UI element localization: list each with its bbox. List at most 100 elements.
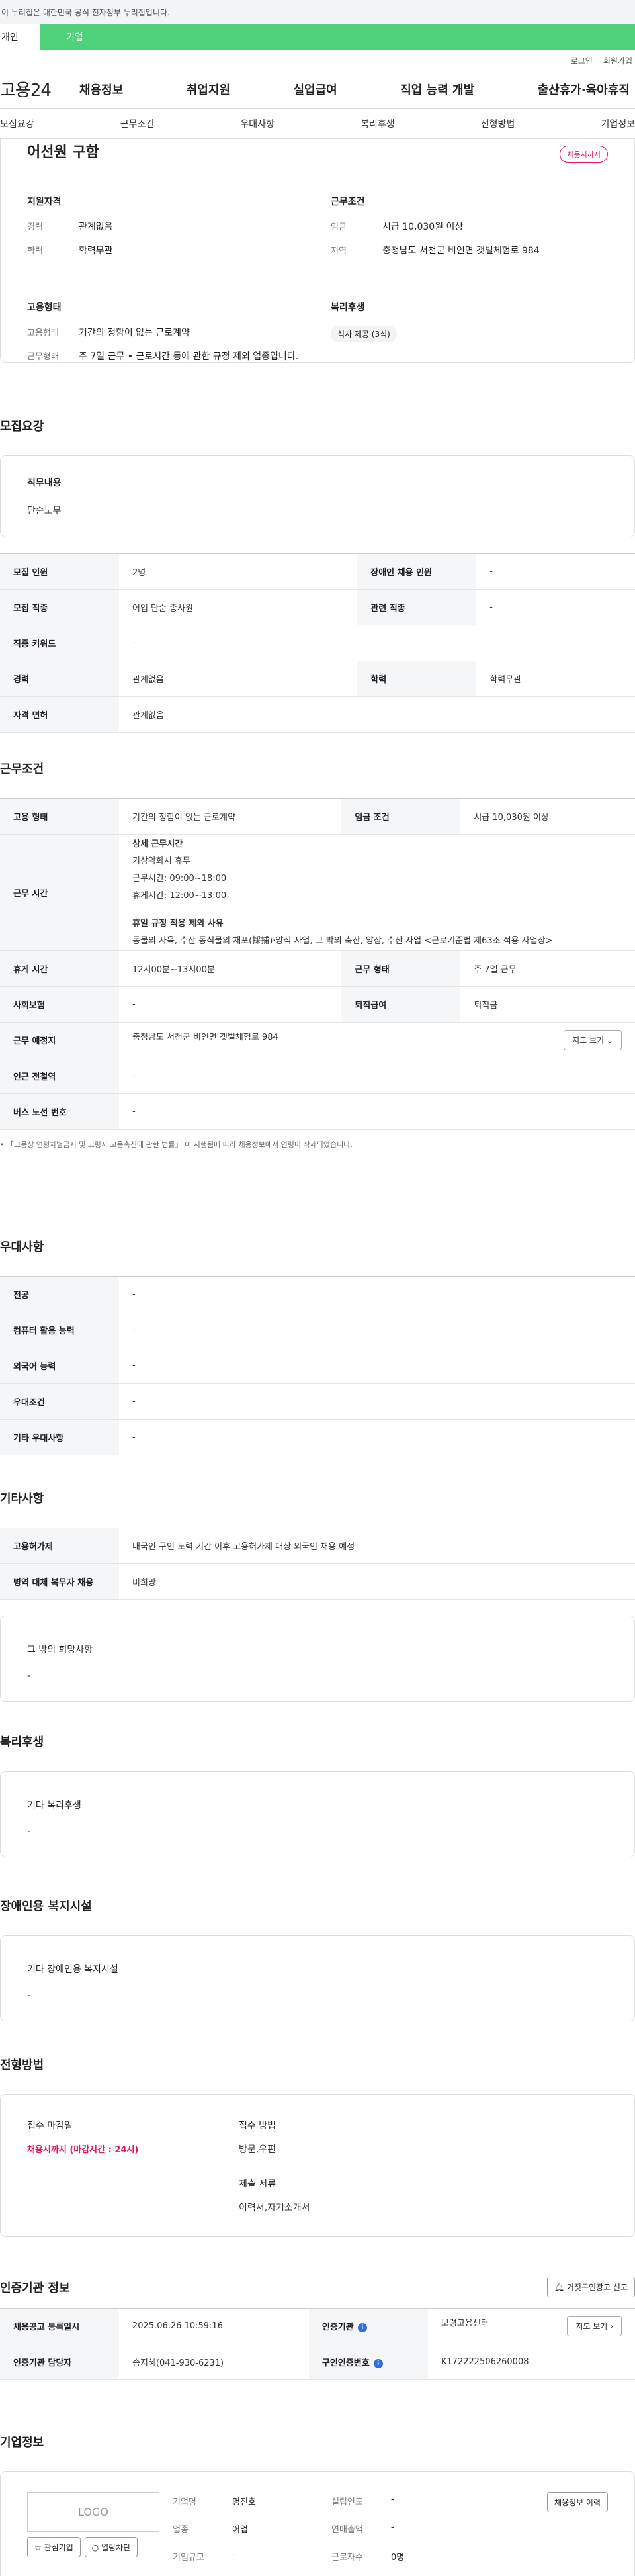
welfare-block: 복리후생 식사 제공 (3식) xyxy=(331,300,608,373)
info-icon[interactable]: i xyxy=(373,2358,383,2368)
chevron-down-icon: ⌄ xyxy=(606,1036,613,1045)
section-title: 근무조건 xyxy=(0,762,44,776)
qual-val: 관계없음 xyxy=(79,222,113,232)
gnb-employment-support[interactable]: 취업지원 xyxy=(187,81,230,98)
qual-val: 학력무관 xyxy=(79,246,113,256)
row-key: 구인인증번호 i xyxy=(308,2344,428,2380)
table-row: 사회보험 - 퇴직급여 퇴직금 xyxy=(0,986,635,1023)
site-logo[interactable]: 고용24 xyxy=(0,77,79,101)
gnb-unemployment-benefit[interactable]: 실업급여 xyxy=(294,81,337,98)
section-title: 인증기관 정보 xyxy=(0,2281,70,2295)
row-val: 보령고용센터 지도 보기 › xyxy=(427,2308,635,2344)
gnb-jobs[interactable]: 채용정보 xyxy=(79,81,123,98)
login-link[interactable]: 로그인 xyxy=(571,55,593,66)
section-title: 복리후생 xyxy=(0,1735,44,1749)
row-key: 관련 직종 xyxy=(357,589,477,625)
anchor-company[interactable]: 기업정보 xyxy=(601,117,635,130)
emp-val: 주 7일 근무 • 근로시간 등에 관한 규정 제외 업종입니다. xyxy=(79,351,299,362)
history-button[interactable]: 채용정보 이력 xyxy=(546,2492,608,2512)
info-key: 기업규모 xyxy=(173,2553,204,2563)
table-row: 모집 인원 2명 장애인 채용 인원 - xyxy=(0,553,635,590)
etc-table: 고용허가제 내국인 구인 노력 기간 이후 고용허가제 대상 외국인 채용 예정 … xyxy=(0,1528,635,1600)
table-row: 채용공고 등록일시 2025.06.26 10:59:16 인증기관 i 보령고용센터 지… xyxy=(0,2308,635,2344)
row-val: 시급 10,030원 이상 xyxy=(460,798,635,835)
row-val: 퇴직금 xyxy=(460,986,635,1023)
info-key: 업종 xyxy=(173,2525,189,2535)
row-val: - xyxy=(119,1058,635,1094)
table-row: 기타 우대사항 - xyxy=(0,1419,635,1455)
anchor-recruit[interactable]: 모집요강 xyxy=(0,117,34,130)
info-val: - xyxy=(391,2495,394,2505)
welfare-section: 복리후생 기타 복리후생 - xyxy=(0,1733,635,1857)
info-icon[interactable]: i xyxy=(357,2323,367,2332)
emp-val: 기간의 정함이 없는 근로계약 xyxy=(79,328,190,338)
star-icon: ☆ xyxy=(34,2543,42,2552)
emp-head: 고용형태 xyxy=(27,302,62,313)
table-row: 자격 면허 관계없음 xyxy=(0,696,635,733)
report-button[interactable]: 🔔︎ 거짓구인광고 신고 xyxy=(546,2277,635,2297)
table-row: 버스 노선 번호 - xyxy=(0,1093,635,1130)
bell-icon: 🔔︎ xyxy=(554,2283,565,2292)
row-key: 우대조건 xyxy=(0,1383,119,1420)
work-section: 근무조건 고용 형태 기간의 정함이 없는 근로계약 임금 조건 시급 10,030원… xyxy=(0,760,635,1150)
row-val: 비희망 xyxy=(119,1563,635,1600)
company-info-grid: 기업명 명진호 설립연도 - 업종 어업 연매출액 - 기업규모 - 근로자수 0명 xyxy=(173,2492,547,2563)
qual-head: 지원자격 xyxy=(27,197,62,207)
info-val: - xyxy=(232,2550,235,2560)
company-box: LOGO ☆ 관심기업 ○ 열람차단 기업명 명진호 설립연도 - 업종 어업 연매출액 -… xyxy=(0,2471,635,2576)
deadline-badge: 채용시까지 xyxy=(560,146,608,163)
row-val: 12시00분~13시00분 xyxy=(119,950,342,987)
global-nav: 고용24 채용정보 취업지원 실업급여 직업 능력 개발 출산휴가·육아휴직 xyxy=(0,70,635,109)
work-time-cell: 상세 근무시간 기상악화시 휴무 근무시간: 09:00~18:00 휴게시간:… xyxy=(119,834,635,951)
cond-block: 근무조건 임금 시급 10,030원 이상 지역 충청남도 서천군 비인면 갯벌체험… xyxy=(331,195,608,267)
row-key: 퇴직급여 xyxy=(341,986,461,1023)
time-line: 근무시간: 09:00~18:00 xyxy=(132,873,227,884)
section-title: 기업정보 xyxy=(0,2436,44,2450)
etc-box-head: 그 밖의 희망사항 xyxy=(27,1645,93,1655)
anchor-process[interactable]: 전형방법 xyxy=(481,117,515,130)
deadline-val: 채용시까지 (마감시간 : 24시) xyxy=(27,2145,139,2155)
row-key: 모집 인원 xyxy=(0,553,119,590)
gnb-skills[interactable]: 직업 능력 개발 xyxy=(400,81,474,98)
company-logo-block: LOGO ☆ 관심기업 ○ 열람차단 xyxy=(27,2492,173,2563)
row-key: 인근 전철역 xyxy=(0,1058,119,1094)
welfare-box-val: - xyxy=(27,1826,31,1837)
info-val: 어업 xyxy=(232,2525,248,2535)
row-key: 인증기관 i xyxy=(308,2308,428,2344)
gov-banner: 이 누리집은 대한민국 공식 전자정부 누리집입니다. xyxy=(0,0,635,24)
info-val: 명진호 xyxy=(232,2497,256,2507)
row-val: 어업 단순 종사원 xyxy=(119,589,358,625)
welfare-box: 기타 복리후생 - xyxy=(0,1771,635,1857)
method-head: 접수 방법 xyxy=(239,2121,276,2131)
anchor-work[interactable]: 근무조건 xyxy=(120,117,155,130)
favorite-button[interactable]: ☆ 관심기업 xyxy=(27,2537,81,2557)
method-block: 접수 방법 방문,우편 제출 서류 이력서,자기소개서 xyxy=(212,2119,310,2213)
table-row: 외국어 능력 - xyxy=(0,1348,635,1384)
job-title: 어선원 구함 xyxy=(27,144,99,161)
row-val: K172222506260008 xyxy=(427,2344,635,2380)
info-key: 연매출액 xyxy=(331,2525,363,2535)
row-key: 고용 형태 xyxy=(0,798,119,835)
row-key: 기타 우대사항 xyxy=(0,1419,119,1455)
gnb-parental-leave[interactable]: 출산휴가·육아휴직 xyxy=(538,81,630,98)
disabled-box-val: - xyxy=(27,1990,31,2001)
table-row: 모집 직종 어업 단순 종사원 관련 직종 - xyxy=(0,589,635,625)
row-key: 버스 노선 번호 xyxy=(0,1093,119,1130)
row-key: 모집 직종 xyxy=(0,589,119,625)
block-button[interactable]: ○ 열람차단 xyxy=(84,2537,138,2557)
tab-fill xyxy=(139,24,635,50)
tab-corporate[interactable]: 기업 xyxy=(40,24,139,50)
duty-box: 직무내용 단순노무 xyxy=(0,455,635,537)
map-button[interactable]: 지도 보기 › xyxy=(567,2316,622,2336)
anchor-welfare[interactable]: 복리후생 xyxy=(360,117,395,130)
tab-personal[interactable]: 개인 xyxy=(0,24,40,50)
map-button[interactable]: 지도 보기 ⌄ xyxy=(564,1030,622,1050)
org-val: 보령고용센터 xyxy=(441,2319,489,2328)
anchor-pref[interactable]: 우대사항 xyxy=(240,117,275,130)
row-val: - xyxy=(119,1093,635,1130)
history-block: 채용정보 이력 xyxy=(546,2492,608,2563)
info-key: 근로자수 xyxy=(331,2553,363,2563)
signup-link[interactable]: 회원가입 xyxy=(603,55,632,66)
section-title: 장애인용 복지시설 xyxy=(0,1900,92,1913)
row-key: 근무 예정지 xyxy=(0,1022,119,1058)
